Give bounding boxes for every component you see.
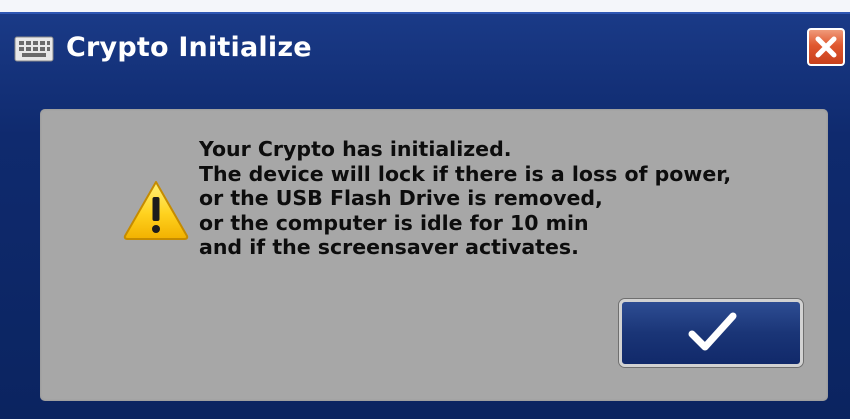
- message-line: Your Crypto has initialized.: [199, 137, 512, 161]
- keyboard-icon: [14, 36, 54, 62]
- close-button[interactable]: [807, 28, 845, 66]
- crypto-initialize-dialog: Crypto Initialize Your Crypto has initia…: [0, 12, 850, 419]
- message-line: or the computer is idle for 10 min: [199, 210, 589, 235]
- message-panel: Your Crypto has initialized. The device …: [40, 109, 828, 401]
- close-x-icon: [815, 36, 837, 58]
- message-line: The device will lock if there is a loss …: [199, 161, 732, 186]
- checkmark-icon: [688, 312, 737, 351]
- title-bar[interactable]: Crypto Initialize: [0, 14, 850, 84]
- desktop-strip: [0, 0, 850, 12]
- ok-button[interactable]: [619, 299, 803, 367]
- message-line: and if the screensaver activates.: [199, 235, 579, 259]
- message-text: Your Crypto has initialized. The device …: [199, 137, 819, 260]
- dialog-title: Crypto Initialize: [66, 32, 312, 63]
- warning-triangle-icon: [121, 178, 191, 242]
- message-line: or the USB Flash Drive is removed,: [199, 186, 603, 210]
